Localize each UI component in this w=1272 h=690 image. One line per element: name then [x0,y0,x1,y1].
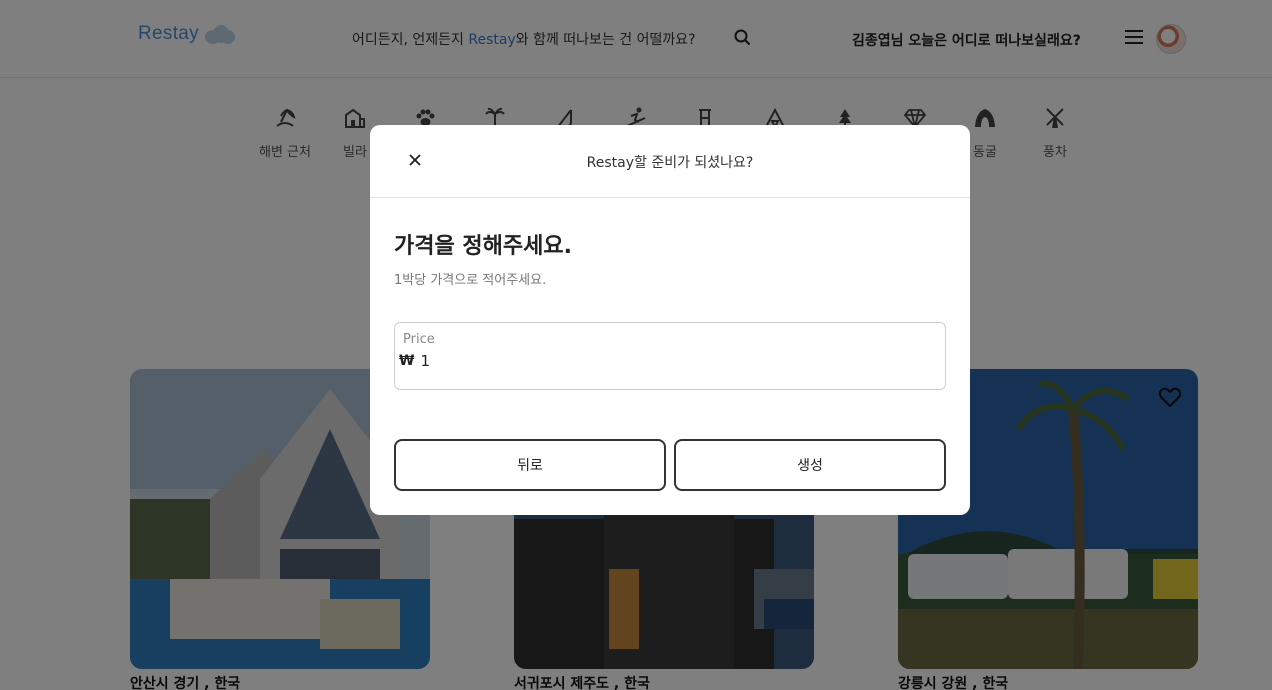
price-input[interactable] [420,352,921,370]
back-button[interactable]: 뒤로 [394,439,666,491]
page: Restay 어디든지, 언제든지 Restay와 함께 떠나보는 건 어떨까요… [0,0,1272,690]
modal-subtitle: 1박당 가격으로 적어주세요. [394,273,547,288]
modal-heading: 가격을 정해주세요. [394,234,572,259]
currency-symbol: ₩ [399,353,415,369]
modal-header: Restay할 준비가 되셨나요? [370,125,970,198]
create-button[interactable]: 생성 [674,439,946,491]
price-field[interactable]: Price ₩ [394,322,946,390]
price-label: Price [403,332,435,347]
price-modal: Restay할 준비가 되셨나요? 가격을 정해주세요. 1박당 가격으로 적어… [370,125,970,515]
modal-title: Restay할 준비가 되셨나요? [586,155,754,171]
price-row: ₩ [399,352,921,370]
